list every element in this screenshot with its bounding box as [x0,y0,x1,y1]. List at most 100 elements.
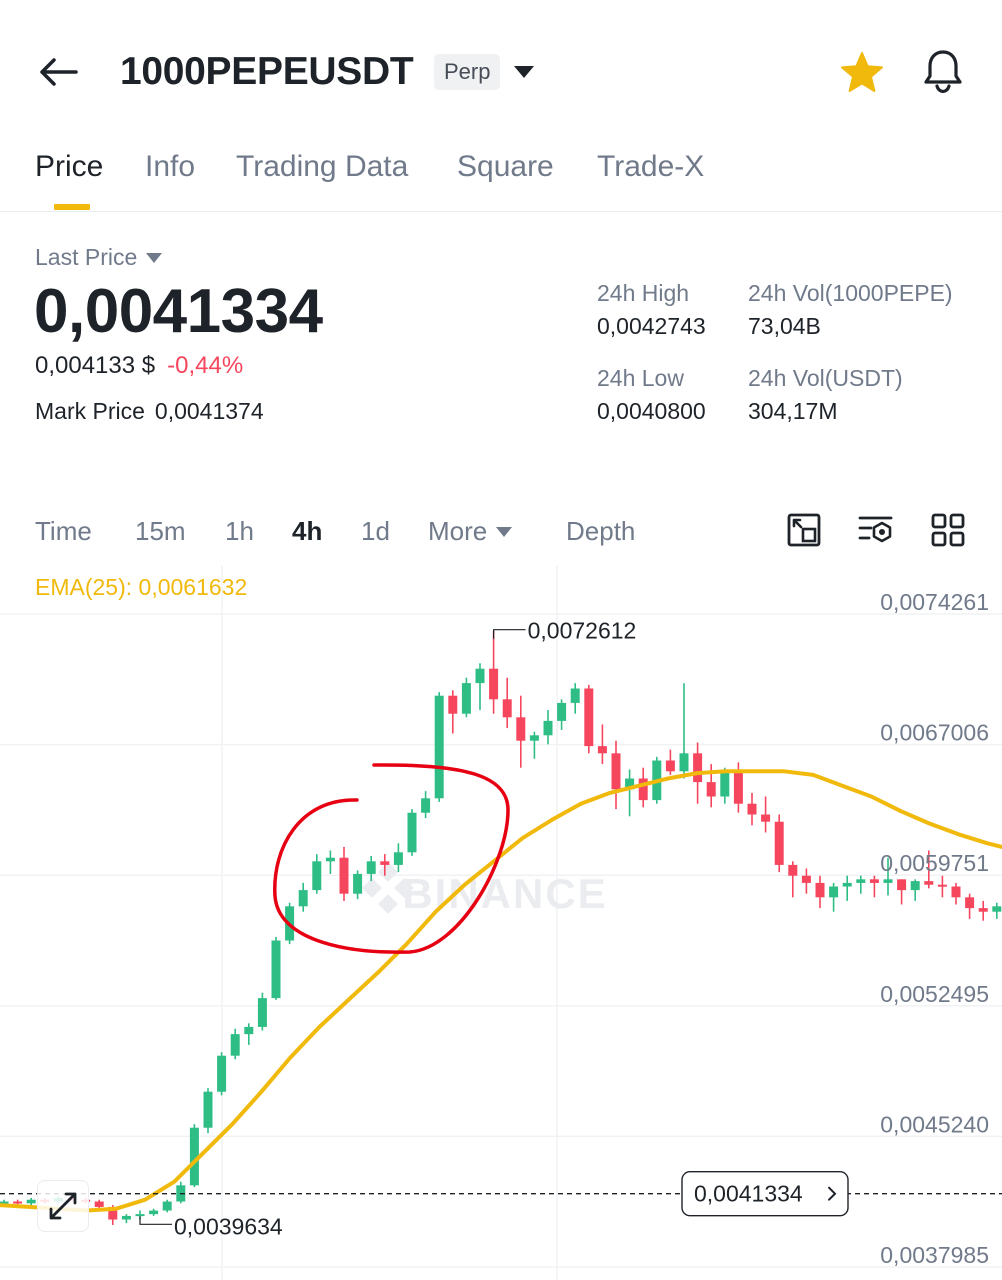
candle-up [434,692,444,802]
y-axis-tick-label: 0,0052495 [880,981,989,1007]
y-axis-tick-label: 0,0059751 [880,850,989,876]
grid-icon [931,513,965,547]
chart-low-marker: 0,0039634 [174,1213,283,1239]
candle-up [543,710,553,745]
interval-4h[interactable]: 4h [292,516,322,547]
candle-up [829,882,839,912]
tab-trading-data[interactable]: Trading Data [236,150,408,184]
last-price: 0,0041334 [34,277,323,346]
candle-down [611,740,621,810]
watermark-text: BINANCE [402,870,607,917]
stat-24h-high: 24h High 0,0042743 [597,280,706,340]
current-price-tag[interactable]: 0,0041334 [681,1171,849,1217]
interval-time[interactable]: Time [35,516,92,547]
price-chart[interactable]: BINANCE 0,0074261 0,0067006 0,0059751 0,005… [0,566,1002,1280]
candle-up [856,875,866,894]
tab-info[interactable]: Info [145,150,195,184]
last-price-label: Last Price [35,244,138,270]
caret-down-icon [514,66,534,78]
candle-down [761,796,771,833]
candle-up [121,1214,131,1224]
indicator-settings-icon [858,516,893,543]
candle-down [638,767,648,808]
candle-up [257,992,267,1031]
interval-1d[interactable]: 1d [361,516,390,547]
favorite-button[interactable] [838,48,886,96]
indicator-settings-button[interactable] [856,510,896,550]
candle-up [842,875,852,901]
candle-down [978,900,988,921]
symbol-dropdown-button[interactable] [508,56,540,88]
candle-up [271,936,281,1000]
stat-value: 0,0042743 [597,313,706,339]
candle-down [339,846,349,901]
layout-grid-button[interactable] [928,510,968,550]
candle-down [448,690,458,734]
tab-trade-x[interactable]: Trade-X [597,150,704,184]
candle-down [665,749,675,775]
candle-up [298,882,308,912]
candle-down [788,861,798,898]
interval-more-label: More [428,516,488,546]
candle-up [475,663,485,711]
arrow-left-icon [40,58,78,86]
candle-up [421,791,431,819]
active-tab-indicator [54,204,90,210]
stat-value: 304,17M [748,398,838,424]
candle-up [407,809,417,856]
candle-down [747,792,757,826]
candle-down [502,677,512,729]
candle-down [869,875,879,898]
candle-up [149,1208,159,1216]
y-axis-tick-label: 0,0037985 [880,1242,989,1268]
last-price-selector[interactable]: Last Price [35,244,163,271]
candle-down [801,868,811,894]
candle-up [26,1197,36,1206]
expand-icon [787,513,821,547]
candle-down [937,875,947,898]
candle-up [366,855,376,882]
stat-24h-low: 24h Low 0,0040800 [597,365,706,425]
chart-expand-button[interactable] [37,1180,89,1232]
stat-value: 73,04B [748,313,821,339]
caret-down-icon [146,252,163,263]
candle-up [203,1088,213,1134]
candlestick-chart[interactable]: BINANCE 0,0074261 0,0067006 0,0059751 0,005… [0,566,1002,1280]
interval-more[interactable]: More [428,516,513,547]
candle-down [951,882,961,905]
stat-label: 24h Vol(USDT) [748,365,903,391]
interval-1h[interactable]: 1h [225,516,254,547]
candle-down [774,814,784,873]
candle-up [393,843,403,873]
candle-up [176,1181,186,1204]
mark-price-line: Mark Price 0,0041374 [35,398,264,425]
interval-bar: Time 15m 1h 4h 1d More Depth [0,498,1002,564]
symbol-title[interactable]: 1000PEPEUSDT [120,50,414,94]
candle-down [897,879,907,905]
y-axis-tick-label: 0,0067006 [880,720,989,746]
tab-square[interactable]: Square [457,150,554,184]
candle-up [353,870,363,900]
star-icon [841,52,883,92]
candle-down [94,1199,104,1209]
chart-high-marker: 0,0072612 [528,618,637,644]
ema-indicator-label: EMA(25): 0,0061632 [35,574,248,600]
stat-value: 0,0040800 [597,398,706,424]
candle-up [325,850,335,874]
fullscreen-chart-button[interactable] [784,510,824,550]
candle-up [679,683,689,779]
alert-button[interactable] [918,46,968,96]
interval-15m[interactable]: 15m [135,516,186,547]
back-button[interactable] [34,48,82,96]
caret-down-icon [496,526,513,537]
candle-up [910,879,920,901]
tab-depth[interactable]: Depth [566,516,635,547]
tab-price[interactable]: Price [35,150,103,184]
candle-up [230,1028,240,1060]
stat-label: 24h Low [597,365,684,391]
candle-up [570,683,580,714]
detail-tabs: Price Info Trading Data Square Trade-X [0,140,1002,212]
candle-up [557,699,567,730]
candle-up [189,1124,199,1188]
candle-down [584,684,594,754]
